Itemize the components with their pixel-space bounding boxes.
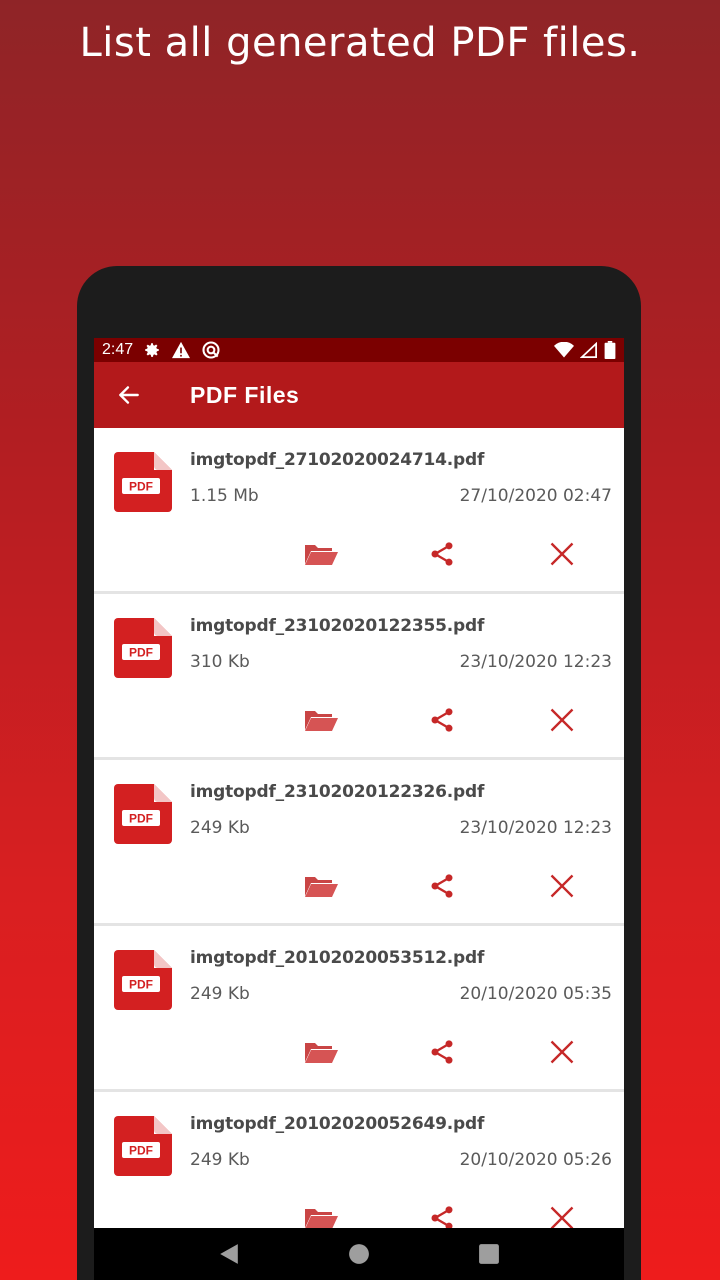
share-icon (431, 874, 453, 898)
delete-button[interactable] (537, 700, 587, 740)
phone-screen: 2:47 PDF Files PDF imgtopdf_271020200247… (94, 338, 624, 1280)
pdf-file-icon: PDF (114, 784, 172, 844)
share-icon (431, 1040, 453, 1064)
open-folder-button[interactable] (296, 866, 346, 906)
delete-button[interactable] (537, 534, 587, 574)
svg-text:PDF: PDF (129, 812, 153, 826)
share-icon (431, 708, 453, 732)
settings-icon (145, 343, 159, 357)
folder-open-icon (305, 1043, 338, 1063)
nav-home-button[interactable] (339, 1234, 379, 1274)
file-date: 27/10/2020 02:47 (459, 486, 612, 506)
close-icon (550, 874, 574, 898)
svg-text:PDF: PDF (129, 1144, 153, 1158)
triangle-back-icon (220, 1244, 238, 1264)
arrow-left-icon (119, 386, 139, 404)
close-icon (550, 708, 574, 732)
file-date: 20/10/2020 05:35 (459, 984, 612, 1004)
file-size: 249 Kb (190, 1150, 250, 1170)
pdf-file-icon: PDF (114, 618, 172, 678)
delete-button[interactable] (537, 866, 587, 906)
file-card[interactable]: PDF imgtopdf_20102020053512.pdf 249 Kb 2… (94, 926, 624, 1092)
back-button[interactable] (94, 362, 164, 428)
pdf-file-icon: PDF (114, 950, 172, 1010)
file-size: 1.15 Mb (190, 486, 259, 506)
open-folder-button[interactable] (296, 1032, 346, 1072)
svg-text:PDF: PDF (129, 646, 153, 660)
close-icon (550, 1040, 574, 1064)
share-button[interactable] (417, 700, 467, 740)
share-button[interactable] (417, 534, 467, 574)
file-size: 249 Kb (190, 984, 250, 1004)
file-size: 249 Kb (190, 818, 250, 838)
file-name: imgtopdf_23102020122326.pdf (190, 782, 485, 802)
file-date: 23/10/2020 12:23 (459, 652, 612, 672)
file-card[interactable]: PDF imgtopdf_23102020122355.pdf 310 Kb 2… (94, 594, 624, 760)
share-icon (431, 542, 453, 566)
status-time: 2:47 (102, 341, 134, 358)
page-title: PDF Files (190, 381, 300, 408)
circle-home-icon (349, 1244, 369, 1264)
folder-open-icon (305, 1209, 338, 1229)
open-folder-button[interactable] (296, 534, 346, 574)
promo-caption: List all generated PDF files. (79, 20, 641, 66)
folder-open-icon (305, 877, 338, 897)
folder-open-icon (305, 545, 338, 565)
square-recents-icon (479, 1244, 499, 1264)
file-actions (94, 866, 624, 906)
sync-icon (202, 341, 220, 359)
wifi-icon (554, 342, 574, 358)
file-date: 20/10/2020 05:26 (459, 1150, 612, 1170)
file-list: PDF imgtopdf_27102020024714.pdf 1.15 Mb … (94, 428, 624, 1258)
file-name: imgtopdf_20102020052649.pdf (190, 1114, 485, 1134)
share-button[interactable] (417, 1032, 467, 1072)
nav-recents-button[interactable] (469, 1234, 509, 1274)
file-name: imgtopdf_23102020122355.pdf (190, 616, 485, 636)
pdf-file-icon: PDF (114, 1116, 172, 1176)
file-name: imgtopdf_27102020024714.pdf (190, 450, 485, 470)
open-folder-button[interactable] (296, 700, 346, 740)
file-actions (94, 700, 624, 740)
folder-open-icon (305, 711, 338, 731)
app-bar: PDF Files (94, 362, 624, 428)
svg-text:PDF: PDF (129, 480, 153, 494)
file-date: 23/10/2020 12:23 (459, 818, 612, 838)
delete-button[interactable] (537, 1032, 587, 1072)
navigation-bar (94, 1228, 624, 1280)
file-actions (94, 534, 624, 574)
file-size: 310 Kb (190, 652, 250, 672)
nav-back-button[interactable] (209, 1234, 249, 1274)
warning-icon (172, 341, 191, 359)
close-icon (550, 542, 574, 566)
share-button[interactable] (417, 866, 467, 906)
file-card[interactable]: PDF imgtopdf_23102020122326.pdf 249 Kb 2… (94, 760, 624, 926)
pdf-file-icon: PDF (114, 452, 172, 512)
status-bar: 2:47 (94, 338, 624, 362)
file-name: imgtopdf_20102020053512.pdf (190, 948, 485, 968)
file-actions (94, 1032, 624, 1072)
file-card[interactable]: PDF imgtopdf_27102020024714.pdf 1.15 Mb … (94, 428, 624, 594)
signal-icon (580, 342, 597, 358)
battery-icon (604, 341, 616, 359)
svg-text:PDF: PDF (129, 978, 153, 992)
